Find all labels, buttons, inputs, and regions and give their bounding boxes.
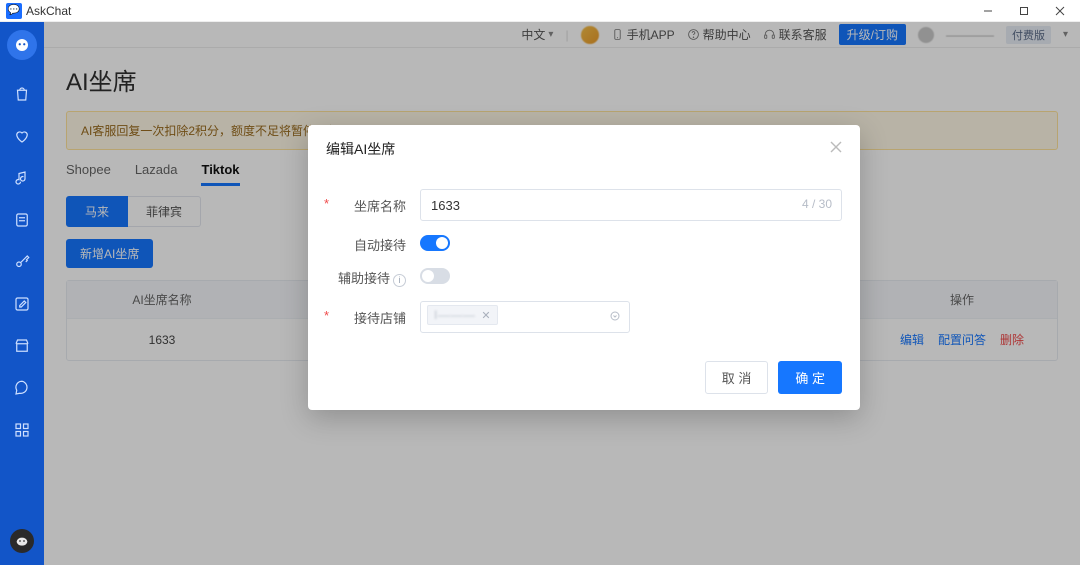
sidebar-item-grid-icon[interactable] (8, 416, 36, 444)
window-titlebar: 💬 AskChat (0, 0, 1080, 22)
sidebar-bot-avatar[interactable] (10, 529, 34, 553)
modal-header: 编辑AI坐席 (308, 125, 860, 169)
auto-receive-toggle[interactable] (420, 235, 450, 251)
window-minimize-button[interactable] (970, 0, 1006, 22)
window-maximize-button[interactable] (1006, 0, 1042, 22)
label-shops: 接待店铺 (326, 308, 406, 327)
sidebar-bottom (10, 529, 34, 553)
info-icon[interactable]: i (393, 274, 406, 287)
confirm-button[interactable]: 确 定 (778, 361, 842, 394)
sidebar-item-bag-icon[interactable] (8, 80, 36, 108)
form-row-auto: 自动接待 (326, 235, 842, 254)
window-close-button[interactable] (1042, 0, 1078, 22)
agent-name-input[interactable] (420, 189, 842, 221)
sidebar-item-music-icon[interactable] (8, 164, 36, 192)
sidebar-item-key-icon[interactable] (8, 248, 36, 276)
assist-receive-toggle[interactable] (420, 268, 450, 284)
label-assist-receive: 辅助接待i (326, 268, 406, 287)
sidebar-item-heart-icon[interactable] (8, 122, 36, 150)
select-caret-icon (609, 310, 621, 325)
shop-chip-remove[interactable]: ✕ (481, 309, 490, 322)
sidebar (0, 22, 44, 565)
agent-name-counter: 4 / 30 (802, 197, 832, 211)
label-agent-name: 坐席名称 (326, 196, 406, 215)
modal-body: 坐席名称 4 / 30 自动接待 辅助接待i (308, 169, 860, 351)
sidebar-item-chat-icon[interactable] (8, 374, 36, 402)
form-row-assist: 辅助接待i (326, 268, 842, 287)
sidebar-logo[interactable] (7, 30, 37, 60)
main-area: 中文 ▾ | 手机APP 帮助中心 联系客服 升级/订购 ———— 付费版 ▾ (44, 22, 1080, 565)
modal-title: 编辑AI坐席 (326, 139, 395, 159)
shop-chip-label: I——— (434, 308, 475, 322)
modal-close-button[interactable] (830, 140, 842, 158)
shop-chip: I——— ✕ (427, 305, 498, 325)
shops-multiselect[interactable]: I——— ✕ (420, 301, 630, 333)
label-auto-receive: 自动接待 (326, 235, 406, 254)
form-row-name: 坐席名称 4 / 30 (326, 189, 842, 221)
edit-agent-modal: 编辑AI坐席 坐席名称 4 / 30 自动接待 (308, 125, 860, 410)
sidebar-item-list-icon[interactable] (8, 206, 36, 234)
cancel-button[interactable]: 取 消 (705, 361, 769, 394)
sidebar-item-store-icon[interactable] (8, 332, 36, 360)
modal-footer: 取 消 确 定 (308, 351, 860, 410)
app-title: AskChat (26, 4, 71, 18)
form-row-shops: 接待店铺 I——— ✕ (326, 301, 842, 333)
app-icon: 💬 (6, 3, 22, 19)
sidebar-item-edit-icon[interactable] (8, 290, 36, 318)
